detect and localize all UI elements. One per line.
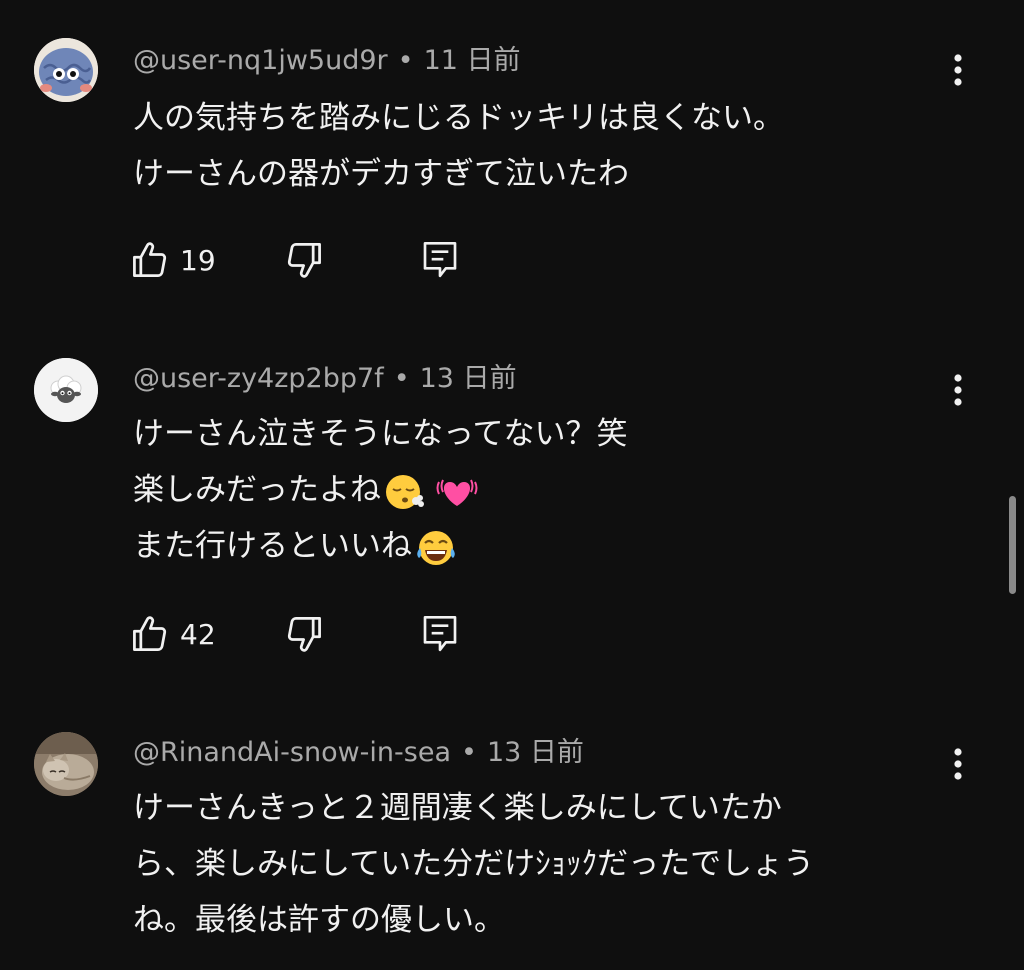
comment-line: ら、楽しみにしていた分だけｼｮｯｸだったでしょう xyxy=(133,846,815,882)
more-vertical-icon xyxy=(954,54,962,86)
meta-separator: • xyxy=(461,737,477,768)
avatar[interactable] xyxy=(34,732,98,796)
comment-text: 人の気持ちを踏みにじるドッキリは良くない。 けーさんの器がデカすぎて泣いたわ xyxy=(133,90,784,202)
more-vertical-icon xyxy=(954,748,962,780)
thumbs-up-icon xyxy=(133,616,167,651)
more-options-button[interactable] xyxy=(942,742,974,786)
comment-meta: @RinandAi-snow-in-sea • 13 日前 xyxy=(133,736,584,770)
like-button[interactable]: 19 xyxy=(128,236,216,284)
reply-button[interactable] xyxy=(420,610,460,658)
comment-line: けーさんの器がデカすぎて泣いたわ xyxy=(133,156,629,192)
reply-button[interactable] xyxy=(420,236,460,284)
comment-timestamp: 11 日前 xyxy=(423,45,521,76)
comment-line: けーさん泣きそうになってない？笑 xyxy=(133,416,628,452)
thumbs-down-icon xyxy=(287,243,321,278)
more-vertical-icon xyxy=(954,374,962,406)
thumbs-down-icon xyxy=(287,617,321,652)
comment-line: 楽しみだったよね xyxy=(133,462,627,518)
brain-character-avatar-icon xyxy=(34,38,98,102)
dislike-button[interactable] xyxy=(282,610,326,658)
comment-author[interactable]: @user-zy4zp2bp7f xyxy=(133,363,384,394)
tears-of-joy-emoji-icon xyxy=(417,530,455,565)
more-options-button[interactable] xyxy=(942,368,974,412)
comment-author[interactable]: @user-nq1jw5ud9r xyxy=(133,45,388,76)
comment-text: けーさん泣きそうになってない？笑 楽しみだったよね また行けるといいね xyxy=(133,406,627,574)
comment-meta: @user-nq1jw5ud9r • 11 日前 xyxy=(133,44,521,78)
dislike-button[interactable] xyxy=(282,236,326,284)
comment-line-text: 楽しみだったよね xyxy=(133,472,381,508)
face-exhaling-emoji-icon xyxy=(386,474,424,509)
like-count: 42 xyxy=(180,617,216,651)
comment-line: 人の気持ちを踏みにじるドッキリは良くない。 xyxy=(133,100,784,136)
meta-separator: • xyxy=(397,45,414,76)
scrollbar-thumb[interactable] xyxy=(1009,496,1016,594)
comment-line-text: また行けるといいね xyxy=(133,528,412,564)
comment-line: また行けるといいね xyxy=(133,518,627,574)
comment-line: ね。最後は許すの優しい。 xyxy=(133,902,505,938)
like-count: 19 xyxy=(180,243,216,277)
comment-timestamp: 13 日前 xyxy=(486,737,584,768)
avatar[interactable] xyxy=(34,358,98,422)
reply-comment-icon xyxy=(423,242,457,278)
avatar[interactable] xyxy=(34,38,98,102)
thumbs-up-icon xyxy=(133,242,167,277)
comment-timestamp: 13 日前 xyxy=(419,363,517,394)
more-options-button[interactable] xyxy=(942,48,974,92)
like-button[interactable]: 42 xyxy=(128,610,216,658)
comment-meta: @user-zy4zp2bp7f • 13 日前 xyxy=(133,362,517,396)
meta-separator: • xyxy=(393,363,410,394)
comment-text: けーさんきっと２週間凄く楽しみにしていたか ら、楽しみにしていた分だけｼｮｯｸだ… xyxy=(133,780,814,948)
reply-comment-icon xyxy=(423,616,457,652)
comment-line: けーさんきっと２週間凄く楽しみにしていたか xyxy=(133,790,782,826)
beating-heart-emoji-icon xyxy=(436,479,478,506)
sheep-avatar-icon xyxy=(34,358,98,422)
cat-photo-avatar-icon xyxy=(34,732,98,796)
comment-author[interactable]: @RinandAi-snow-in-sea xyxy=(133,737,451,768)
